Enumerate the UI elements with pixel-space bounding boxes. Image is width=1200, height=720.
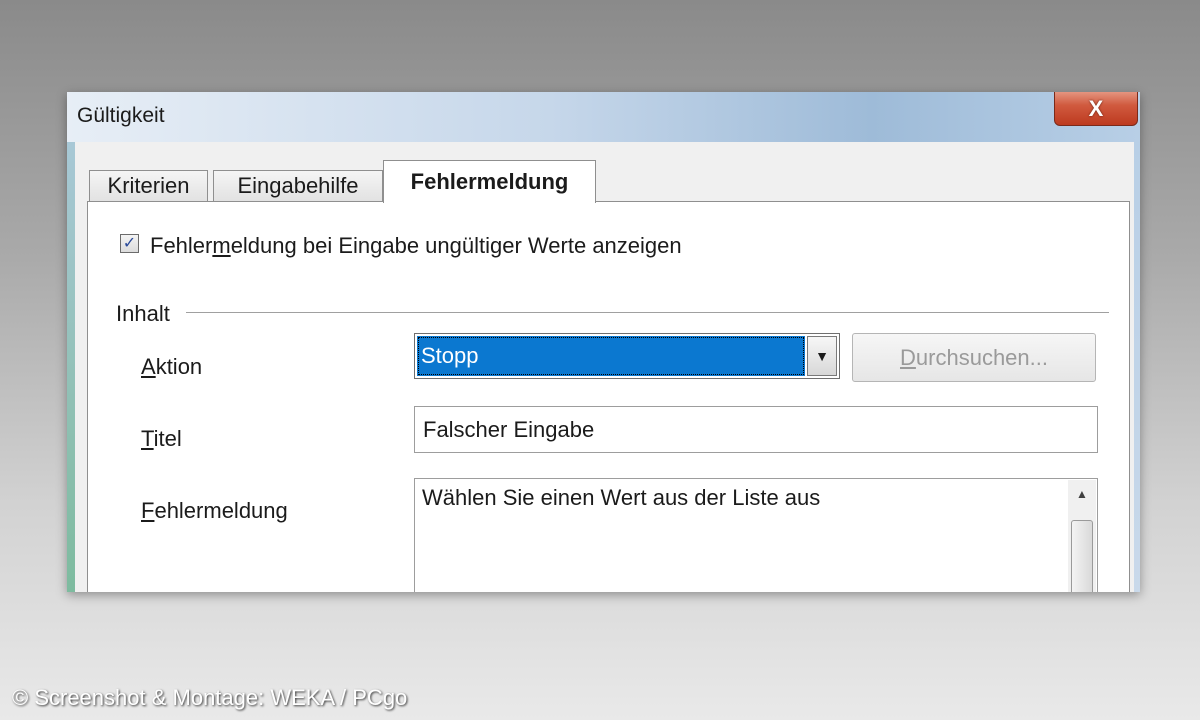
window-title: Gültigkeit xyxy=(77,104,165,127)
tab-panel-fehlermeldung: ✓ Fehlermeldung bei Eingabe ungültiger W… xyxy=(87,201,1130,592)
window-frame-left xyxy=(67,142,75,592)
tab-eingabehilfe[interactable]: Eingabehilfe xyxy=(213,170,383,201)
title-bar[interactable]: Gültigkeit X xyxy=(67,92,1140,142)
error-message-text: Wählen Sie einen Wert aus der Liste aus xyxy=(422,485,821,510)
browse-button[interactable]: Durchsuchen... xyxy=(852,333,1096,382)
error-message-label: Fehlermeldung xyxy=(141,498,288,523)
checkmark-icon: ✓ xyxy=(122,234,137,252)
scroll-up-icon[interactable]: ▲ xyxy=(1068,480,1096,508)
action-label: Aktion xyxy=(141,354,203,379)
tab-kriterien[interactable]: Kriterien xyxy=(89,170,208,201)
action-select-value[interactable]: Stopp xyxy=(417,336,805,376)
validity-dialog: Gültigkeit X Kriterien Eingabehilfe Fehl… xyxy=(67,92,1140,592)
action-select[interactable]: Stopp ▼ xyxy=(414,333,840,379)
group-label-inhalt: Inhalt xyxy=(116,301,170,326)
title-input[interactable]: Falscher Eingabe xyxy=(414,406,1098,453)
textarea-scrollbar[interactable]: ▲ xyxy=(1068,480,1096,592)
copyright-caption: © Screenshot & Montage: WEKA / PCgo xyxy=(12,685,408,710)
close-icon: X xyxy=(1088,95,1104,121)
dropdown-arrow-icon[interactable]: ▼ xyxy=(807,336,837,376)
title-label: Titel xyxy=(141,426,182,451)
error-message-textarea[interactable]: Wählen Sie einen Wert aus der Liste aus … xyxy=(414,478,1098,592)
close-button[interactable]: X xyxy=(1054,92,1138,126)
tab-fehlermeldung[interactable]: Fehlermeldung xyxy=(383,160,596,203)
show-error-checkbox-label[interactable]: Fehlermeldung bei Eingabe ungültiger Wer… xyxy=(150,233,682,259)
window-frame-right xyxy=(1134,142,1140,592)
dialog-client-area: Kriterien Eingabehilfe Fehlermeldung ✓ F… xyxy=(75,142,1134,592)
show-error-checkbox[interactable]: ✓ xyxy=(120,234,139,253)
group-divider xyxy=(186,312,1109,314)
scroll-thumb[interactable] xyxy=(1071,520,1093,592)
